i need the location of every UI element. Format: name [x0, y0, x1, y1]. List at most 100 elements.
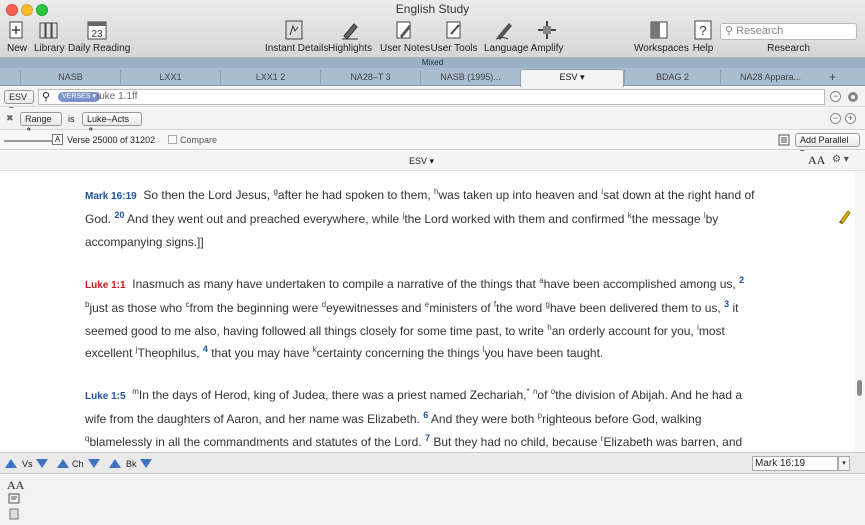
version-menu-label: ESV [408, 156, 427, 166]
instant-details-button[interactable]: Instant Details [265, 19, 329, 55]
research-search-field[interactable]: ⚲ Research [720, 23, 857, 40]
title-bar: English Study New Library 23 Daily Readi… [0, 0, 865, 58]
passage-mark-16-19: Mark 16:19 So then the Lord Jesus, gafte… [85, 187, 755, 249]
highlights-label: Highlights [328, 43, 372, 54]
slider-knob[interactable]: A [52, 134, 63, 145]
tab-lxx1-2[interactable]: LXX1 2 [220, 70, 320, 86]
tab-na28-t3[interactable]: NA28–T 3 [320, 70, 420, 86]
bottom-text-size-button[interactable]: AA [7, 478, 24, 493]
version-select-label: ESV [9, 92, 28, 102]
help-button[interactable]: ? Help [690, 19, 716, 55]
range-value-select[interactable]: Luke–Acts ⇕ [82, 112, 142, 136]
reference-history-button[interactable]: ▾ [838, 456, 850, 471]
instant-details-icon [265, 19, 323, 43]
daily-reading-button[interactable]: 23 Daily Reading [68, 19, 130, 55]
search-field[interactable]: ⚲ VERSES ▾ luke 1.1ff [38, 89, 825, 105]
passage-luke-1-5: Luke 1:5 mIn the days of Herod, king of … [85, 387, 743, 449]
verse-ref: Mark 16:19 [85, 191, 137, 202]
tab-bdag-2[interactable]: BDAG 2 [624, 70, 720, 86]
calendar-icon: 23 [68, 19, 126, 43]
library-label: Library [34, 43, 65, 54]
user-notes-label: User Notes [380, 43, 431, 54]
notes-icon[interactable] [8, 493, 20, 508]
workspaces-icon [634, 19, 684, 43]
next-verse-icon[interactable] [36, 459, 48, 468]
remove-range-button[interactable]: ✖ [6, 113, 14, 124]
tab-esv[interactable]: ESV ▾ [520, 69, 624, 87]
previous-chapter-icon[interactable] [57, 459, 69, 468]
tab-esv-menu-icon[interactable]: ▾ [580, 72, 585, 82]
tab-nasb-1995[interactable]: NASB (1995)... [420, 70, 520, 86]
scrollbar-thumb[interactable] [857, 380, 862, 396]
parallel-panel-icon[interactable] [778, 134, 790, 148]
instant-details-label: Instant Details [265, 43, 329, 54]
tab-lxx1[interactable]: LXX1 [120, 70, 220, 86]
vertical-scrollbar[interactable] [855, 172, 865, 452]
help-label: Help [692, 43, 714, 54]
amplify-icon [530, 19, 564, 43]
resource-tabs: NASB LXX1 LXX1 2 NA28–T 3 NASB (1995)...… [0, 68, 865, 87]
language-button[interactable]: Language [484, 19, 529, 55]
calendar-day: 23 [91, 29, 103, 40]
next-chapter-icon[interactable] [88, 459, 100, 468]
bottom-panel: AA [0, 475, 865, 525]
compare-label: Compare [180, 135, 218, 145]
tab-na28-apparatus[interactable]: NA28 Appara... [720, 70, 820, 86]
view-options-button[interactable]: ⚙ ▾ [832, 154, 849, 165]
compare-checkbox[interactable] [168, 135, 177, 144]
search-query: luke 1.1ff [97, 91, 138, 102]
new-label: New [6, 43, 27, 54]
research-label: Research [767, 43, 810, 54]
previous-verse-icon[interactable] [5, 459, 17, 468]
range-select[interactable]: Range ⇕ [20, 112, 62, 136]
navigation-bar: Vs Ch Bk Mark 16:19 ▾ [0, 452, 865, 474]
collapse-search-button[interactable]: − [830, 91, 841, 102]
version-select[interactable]: ESV ▾ [4, 90, 34, 114]
language-pen-icon [484, 19, 526, 43]
user-tools-button[interactable]: User Tools [430, 19, 478, 55]
text-size-slider[interactable] [4, 140, 54, 142]
version-menu-arrow: ▾ [429, 156, 435, 166]
reference-field[interactable]: Mark 16:19 [752, 456, 838, 471]
remove-condition-button[interactable]: − [830, 113, 841, 124]
next-book-icon[interactable] [140, 459, 152, 468]
language-label: Language [484, 43, 529, 54]
verse-count: Verse 25000 of 31202 [67, 135, 156, 145]
new-button[interactable]: New [4, 19, 30, 55]
search-icon: ⚲ [725, 25, 734, 37]
verses-mode-pill[interactable]: VERSES ▾ [58, 92, 100, 102]
view-options-arrow: ▾ [843, 154, 849, 165]
range-value-label: Luke–Acts [87, 114, 130, 124]
pencil-icon[interactable] [837, 208, 851, 227]
add-parallel-button[interactable]: Add Parallel ▾ [795, 133, 860, 157]
bible-text-pane[interactable]: Mark 16:19 So then the Lord Jesus, gafte… [0, 172, 855, 452]
amplify-label: Amplify [530, 43, 564, 54]
text-size-button[interactable]: AA [808, 153, 825, 168]
is-label: is [68, 114, 75, 124]
text-header: ESV ▾ AA ⚙ ▾ [0, 151, 865, 171]
add-tab-button[interactable]: + [829, 70, 836, 84]
book-nav-label: Bk [126, 459, 137, 469]
library-button[interactable]: Library [34, 19, 65, 55]
workspaces-label: Workspaces [634, 43, 689, 54]
range-select-label: Range [25, 114, 52, 124]
document-icon[interactable] [9, 508, 19, 523]
verse-ref: Luke 1:1 [85, 280, 126, 291]
previous-book-icon[interactable] [109, 459, 121, 468]
user-notes-button[interactable]: User Notes [380, 19, 431, 55]
add-condition-button[interactable]: + [845, 113, 856, 124]
user-tools-icon [430, 19, 478, 43]
highlights-button[interactable]: Highlights [328, 19, 372, 55]
add-parallel-label: Add Parallel [800, 135, 849, 145]
tab-nasb[interactable]: NASB [20, 70, 120, 86]
research-placeholder: Research [736, 25, 784, 37]
range-row: ✖ Range ⇕ is Luke–Acts ⇕ − + [0, 108, 865, 136]
amplify-button[interactable]: Amplify [530, 19, 564, 55]
passage-luke-1-1: Luke 1:1 Inasmuch as many have undertake… [85, 275, 745, 360]
info-row: A Verse 25000 of 31202 Compare Add Paral… [0, 131, 865, 157]
search-icon: ⚲ [42, 91, 51, 103]
workspaces-button[interactable]: Workspaces [634, 19, 689, 55]
gear-icon[interactable] [845, 89, 861, 108]
gear-icon: ⚙ [832, 154, 841, 165]
version-menu[interactable]: ESV ▾ [0, 156, 843, 167]
